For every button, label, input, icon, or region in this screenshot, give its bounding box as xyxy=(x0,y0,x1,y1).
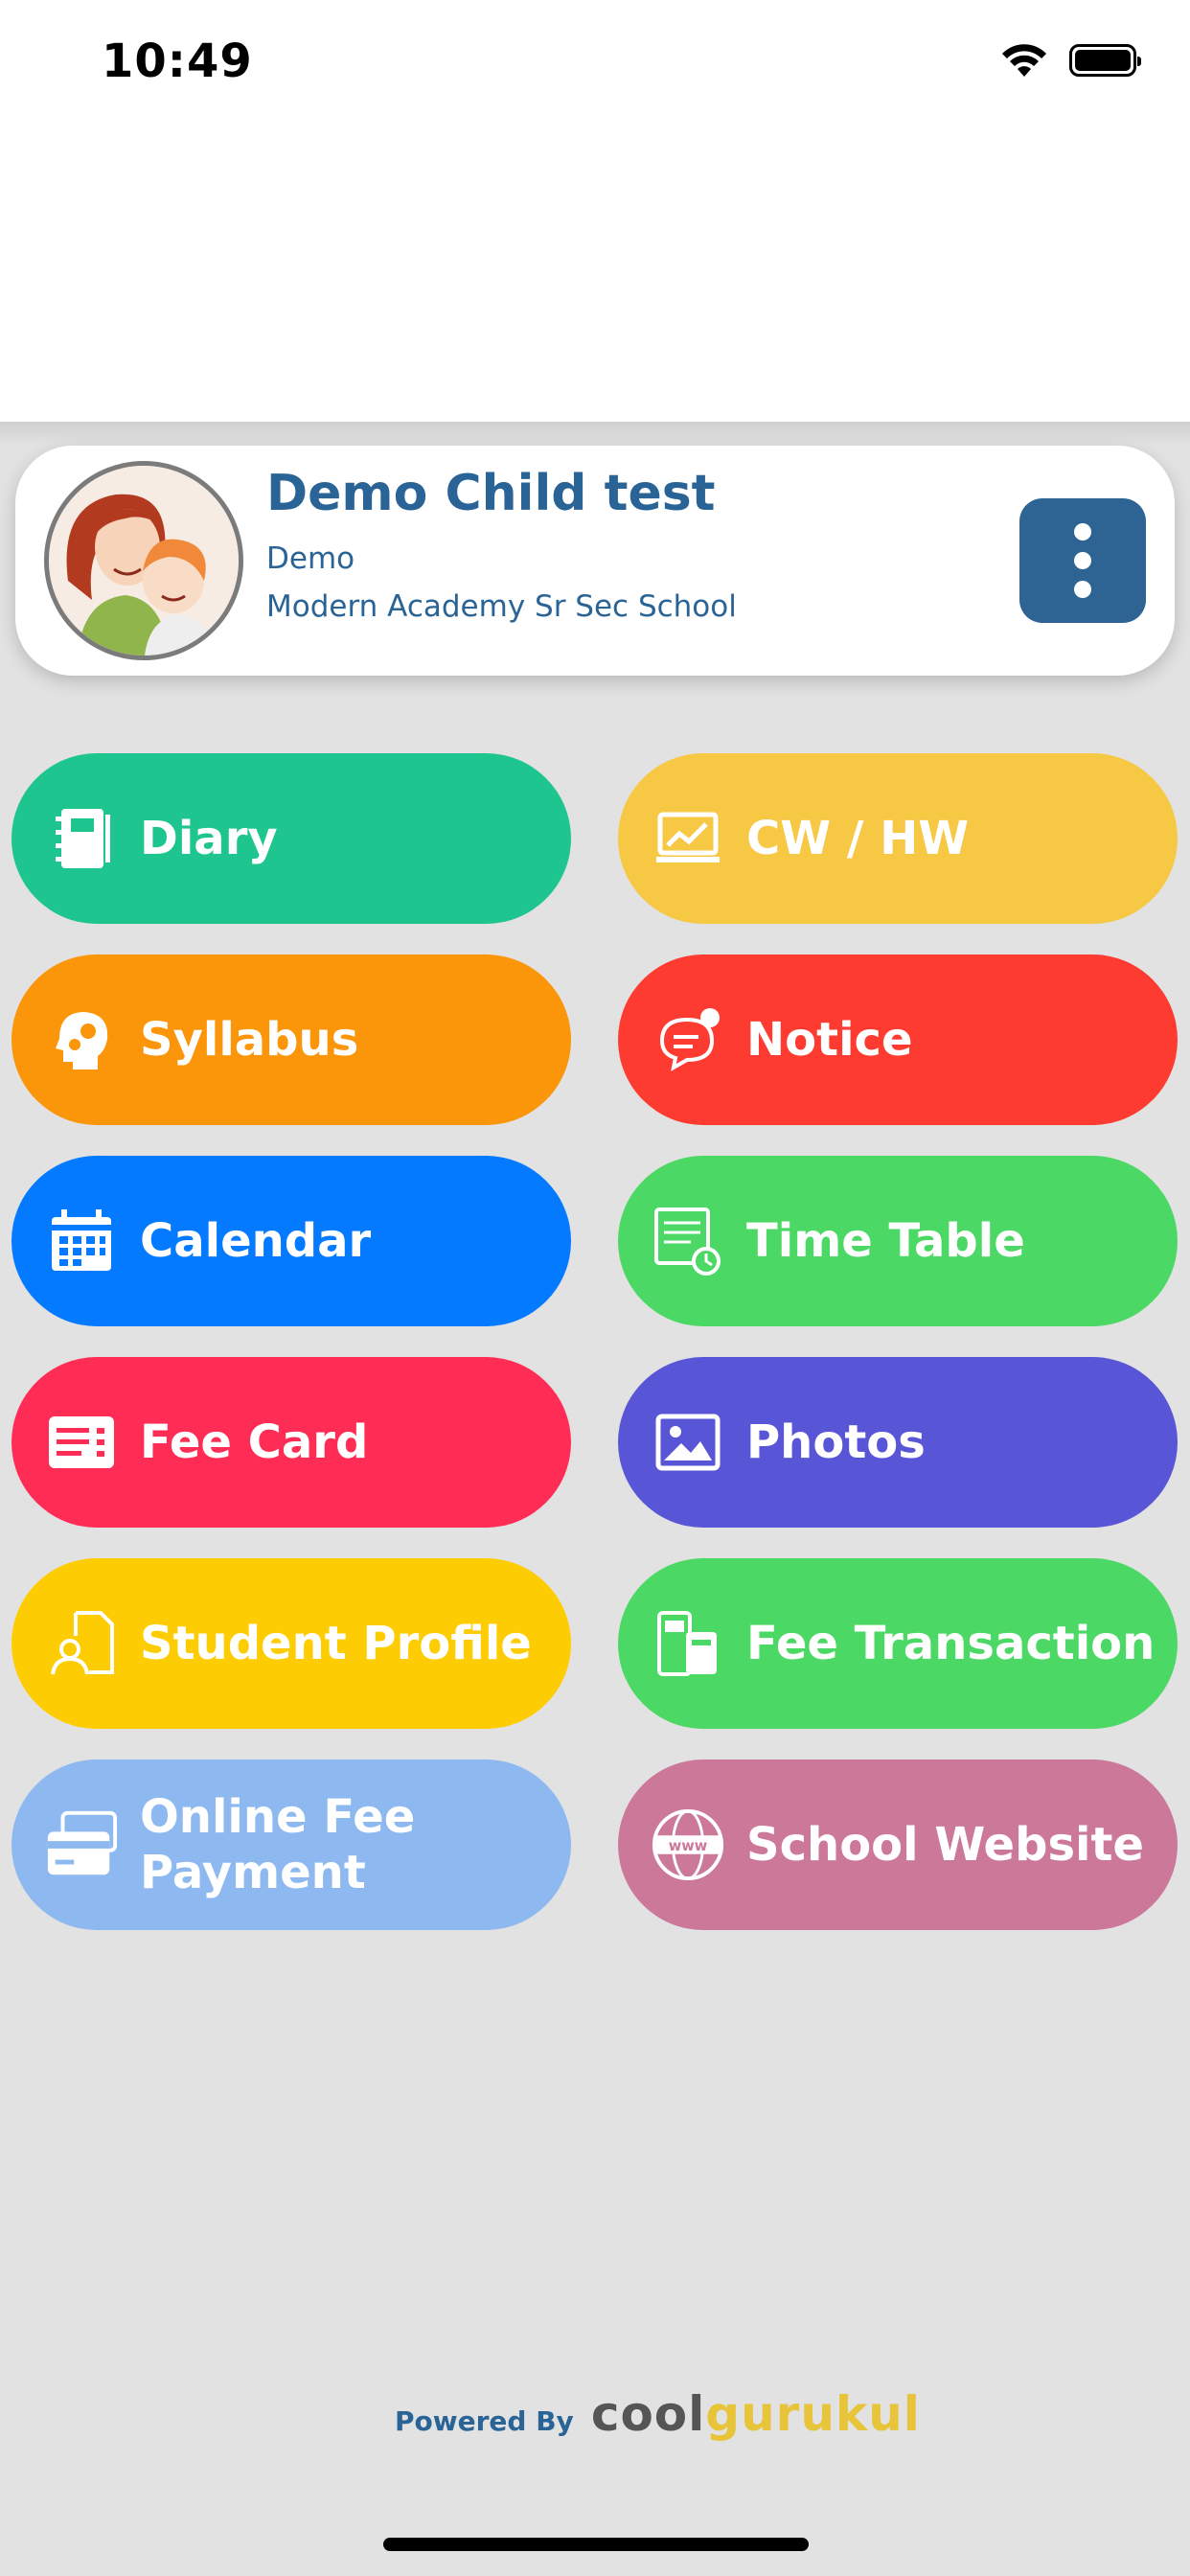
globe-www-icon: www xyxy=(651,1807,725,1882)
status-icons xyxy=(1000,42,1141,79)
brand-cool: cool xyxy=(590,2386,706,2442)
credit-card-icon xyxy=(44,1807,119,1882)
svg-text:www: www xyxy=(669,1838,708,1854)
tile-label: Online Fee Payment xyxy=(140,1790,416,1899)
brand-logo: coolgurukul xyxy=(591,2386,921,2442)
calendar-icon xyxy=(44,1204,119,1278)
tile-fee-transaction[interactable]: Fee Transaction xyxy=(618,1558,1178,1729)
tile-diary[interactable]: Diary xyxy=(11,753,571,924)
tile-syllabus[interactable]: Syllabus xyxy=(11,954,571,1125)
chat-notification-icon xyxy=(651,1002,725,1077)
tile-calendar[interactable]: Calendar xyxy=(11,1156,571,1326)
tile-notice[interactable]: Notice xyxy=(618,954,1178,1125)
avatar[interactable] xyxy=(44,461,243,660)
school-name: Modern Academy Sr Sec School xyxy=(266,589,737,624)
tile-label: School Website xyxy=(746,1818,1144,1872)
tile-label: Syllabus xyxy=(140,1013,359,1067)
tile-label: Photos xyxy=(746,1415,926,1469)
photo-icon xyxy=(651,1405,725,1480)
tile-student-profile[interactable]: Student Profile xyxy=(11,1558,571,1729)
child-class: Demo xyxy=(266,541,355,576)
header-shadow xyxy=(0,422,1190,445)
status-time: 10:49 xyxy=(102,34,253,88)
tile-label: CW / HW xyxy=(746,812,970,865)
tile-label: Time Table xyxy=(746,1214,1025,1268)
home-indicator[interactable] xyxy=(383,2538,809,2551)
diary-icon xyxy=(44,801,119,876)
tile-label: Fee Transaction xyxy=(746,1617,1156,1670)
tile-label: Diary xyxy=(140,812,278,865)
powered-by-label: Powered By xyxy=(395,2405,574,2437)
tile-label: Fee Card xyxy=(140,1415,369,1469)
tile-fee-card[interactable]: Fee Card xyxy=(11,1357,571,1528)
fee-transaction-icon xyxy=(651,1606,725,1681)
chart-board-icon xyxy=(651,801,725,876)
tile-label: Calendar xyxy=(140,1214,372,1268)
more-vertical-icon-dot xyxy=(1074,581,1091,598)
tile-school-website[interactable]: www School Website xyxy=(618,1760,1178,1930)
tile-online-fee-payment[interactable]: Online Fee Payment xyxy=(11,1760,571,1930)
tile-label: Notice xyxy=(746,1013,913,1067)
timetable-clock-icon xyxy=(651,1204,725,1278)
more-vertical-icon-dot xyxy=(1074,552,1091,569)
powered-by: Powered By coolgurukul xyxy=(395,2386,921,2442)
more-vertical-icon xyxy=(1074,523,1091,540)
tile-label: Student Profile xyxy=(140,1617,532,1670)
tile-cw-hw[interactable]: CW / HW xyxy=(618,753,1178,924)
wifi-icon xyxy=(1002,44,1046,77)
head-gears-icon xyxy=(44,1002,119,1077)
battery-icon xyxy=(1069,44,1141,77)
profile-card[interactable]: Demo Child test Demo Modern Academy Sr S… xyxy=(15,446,1175,676)
tile-time-table[interactable]: Time Table xyxy=(618,1156,1178,1326)
child-name: Demo Child test xyxy=(266,465,716,522)
brand-gurukul: gurukul xyxy=(705,2386,921,2442)
student-profile-icon xyxy=(44,1606,119,1681)
fee-card-icon xyxy=(44,1405,119,1480)
more-options-button[interactable] xyxy=(1019,498,1146,623)
tile-photos[interactable]: Photos xyxy=(618,1357,1178,1528)
